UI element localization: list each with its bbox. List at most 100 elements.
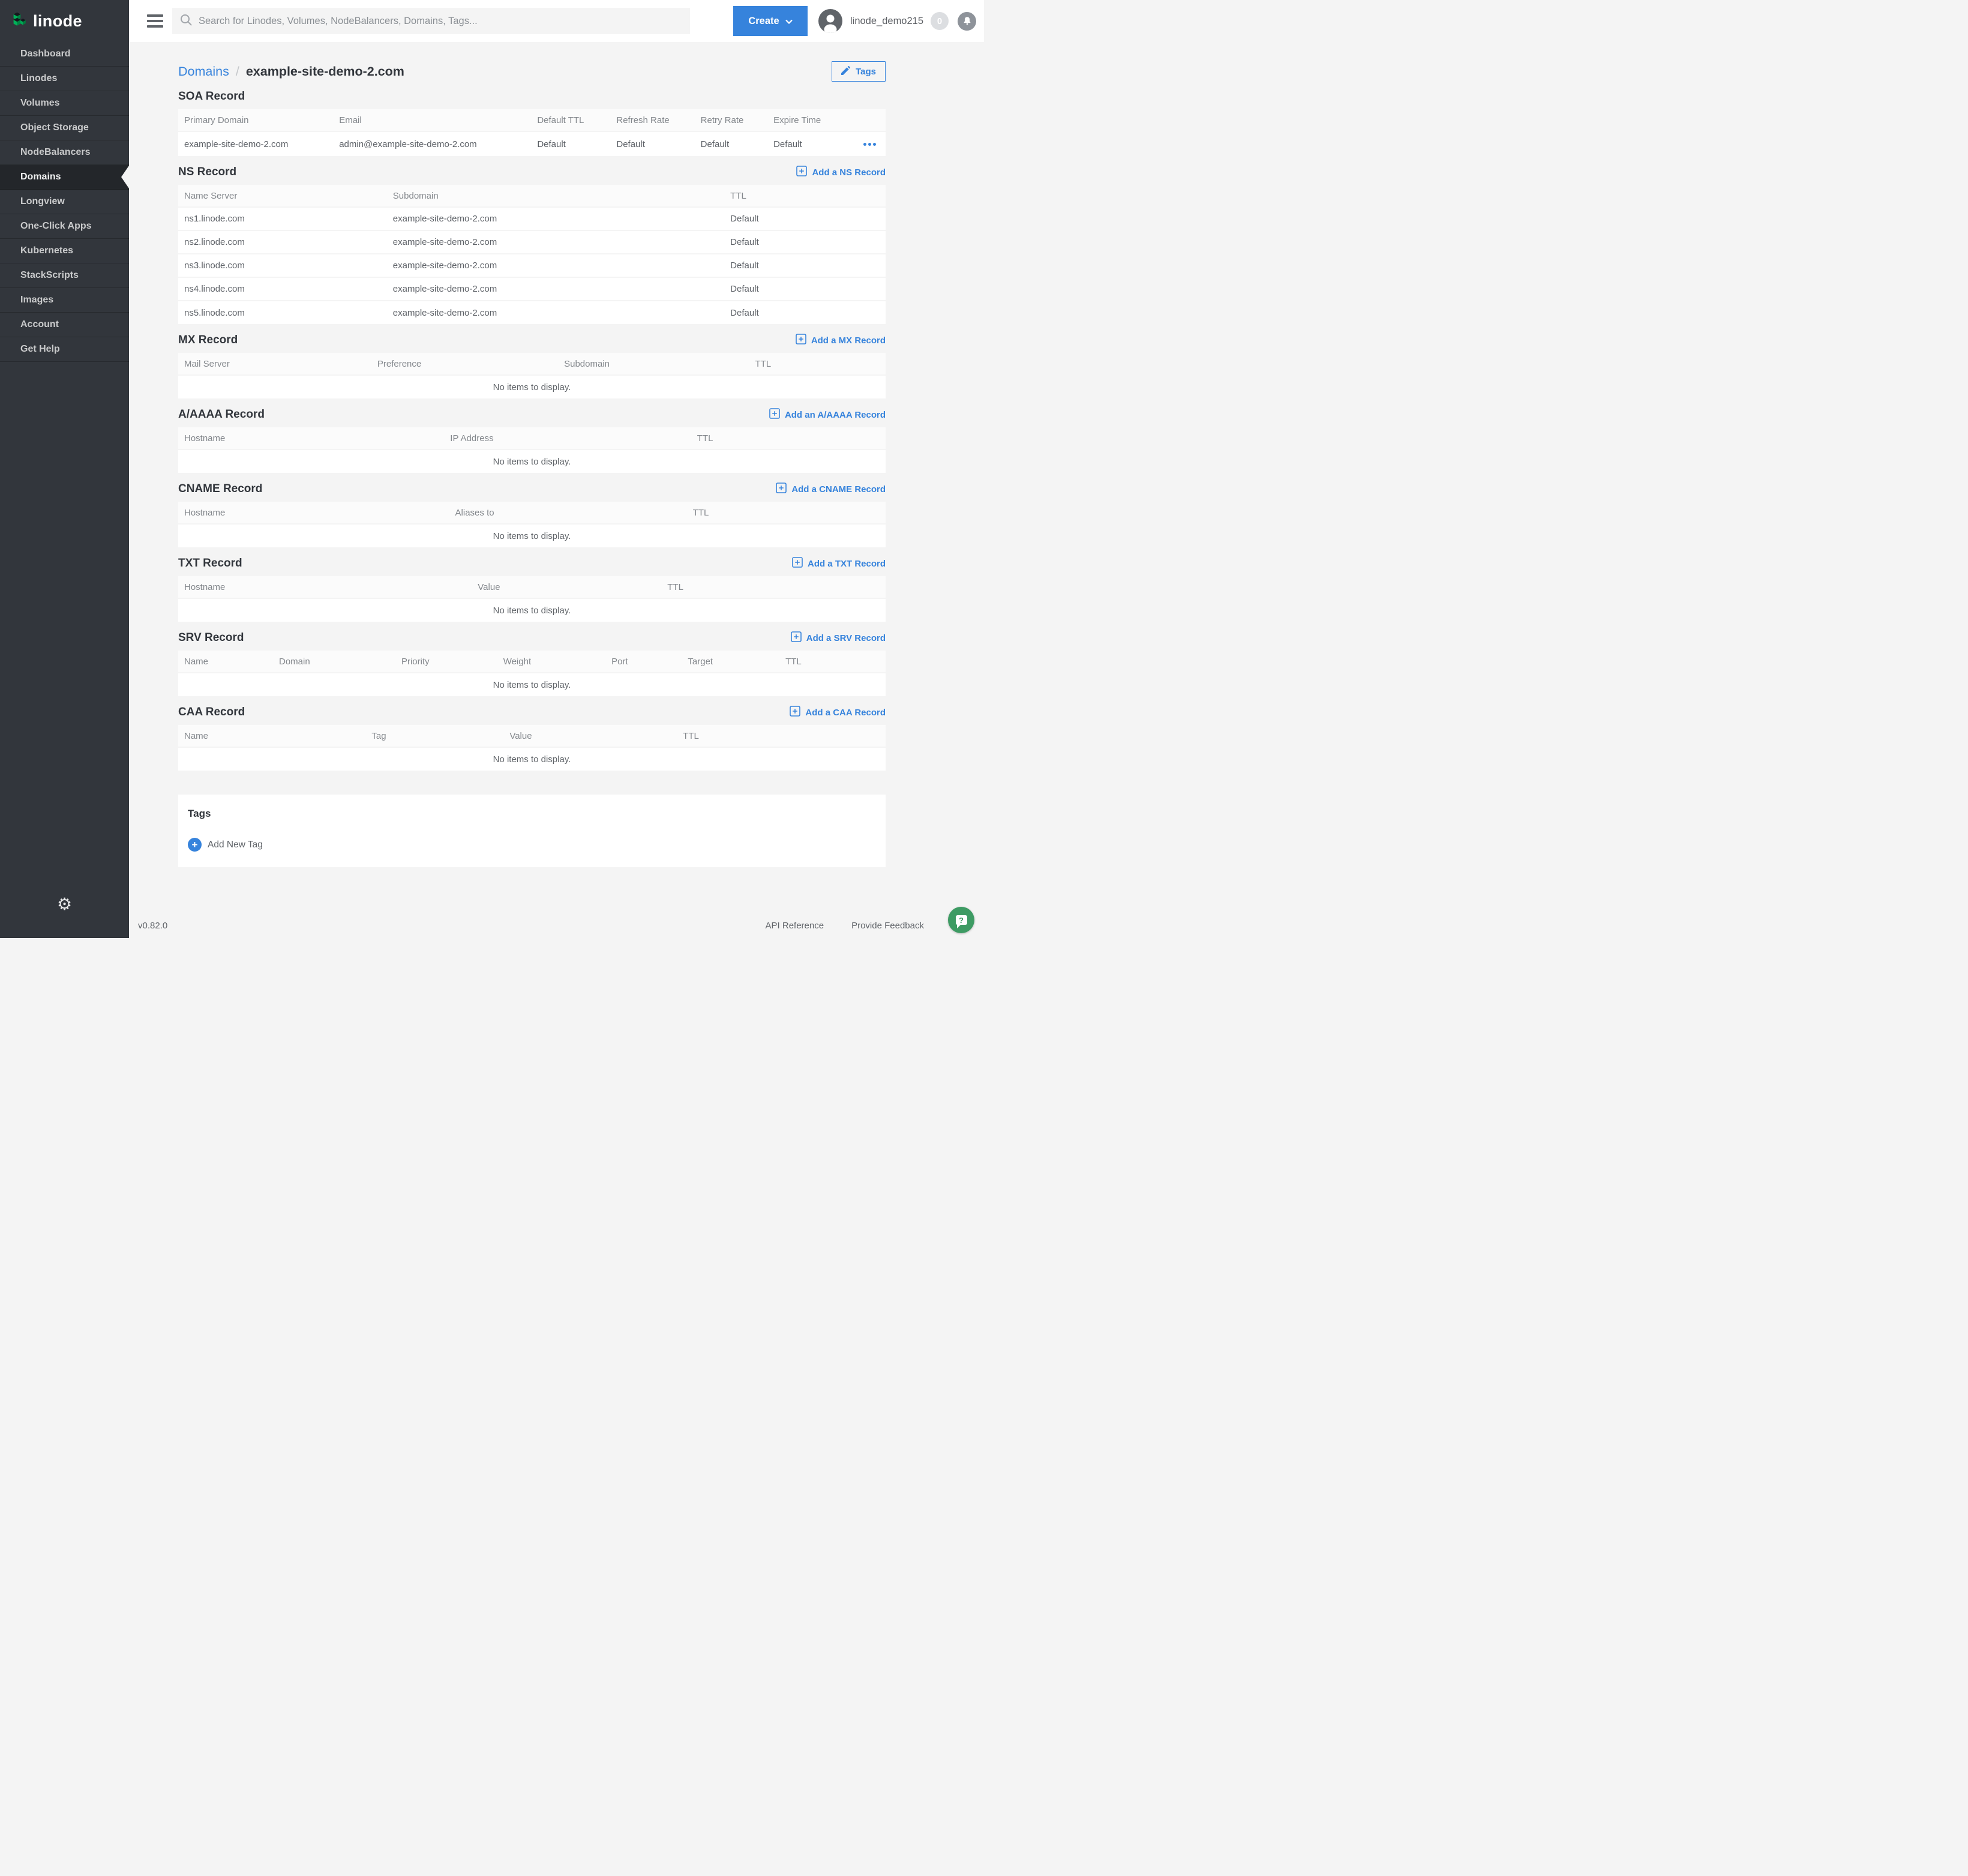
add-cname-record-button[interactable]: Add a CNAME Record: [776, 483, 886, 496]
sidebar-item-volumes[interactable]: Volumes: [0, 91, 129, 116]
column-header: Subdomain: [387, 185, 724, 207]
soa-record-section: SOA Record Primary DomainEmailDefault TT…: [178, 90, 886, 156]
sidebar-item-longview[interactable]: Longview: [0, 190, 129, 214]
column-header: Name: [178, 725, 365, 747]
plus-box-icon: [792, 557, 803, 570]
page-title: example-site-demo-2.com: [246, 64, 404, 79]
table-cell: Default: [695, 131, 767, 156]
empty-state-text: No items to display.: [178, 598, 886, 622]
section-title: SRV Record: [178, 631, 244, 645]
table-row: ns2.linode.comexample-site-demo-2.comDef…: [178, 230, 886, 254]
section-title: TXT Record: [178, 557, 242, 570]
table-row: ns4.linode.comexample-site-demo-2.comDef…: [178, 277, 886, 301]
record-table: HostnameValueTTL No items to display.: [178, 576, 886, 622]
search-bar: [172, 8, 690, 34]
brand-wordmark: linode: [33, 12, 82, 31]
sidebar-item-account[interactable]: Account: [0, 313, 129, 337]
srv-record-section: SRV Record Add a SRV Record NameDomainPr…: [178, 631, 886, 696]
username[interactable]: linode_demo215: [850, 16, 923, 27]
linode-logo[interactable]: linode: [0, 0, 129, 42]
breadcrumb-separator: /: [236, 64, 239, 79]
column-header: Domain: [273, 651, 395, 673]
search-icon: [179, 13, 193, 29]
record-table: Primary DomainEmailDefault TTLRefresh Ra…: [178, 109, 886, 156]
column-header: Subdomain: [558, 353, 749, 375]
sidebar-item-stackscripts[interactable]: StackScripts: [0, 263, 129, 288]
table-cell: example-site-demo-2.com: [387, 277, 724, 301]
add-caa-record-button[interactable]: Add a CAA Record: [790, 706, 886, 719]
table-cell: example-site-demo-2.com: [387, 254, 724, 277]
table-cell: Default: [724, 207, 886, 230]
sidebar-item-dashboard[interactable]: Dashboard: [0, 42, 129, 67]
column-header: Aliases to: [449, 502, 687, 524]
add-a-record-button[interactable]: Add an A/AAAA Record: [769, 408, 886, 421]
question-mark-icon: ?: [956, 915, 967, 925]
help-button[interactable]: ?: [948, 907, 974, 933]
empty-state-text: No items to display.: [178, 524, 886, 547]
column-header: Email: [333, 109, 531, 131]
record-table: HostnameIP AddressTTL No items to displa…: [178, 427, 886, 473]
sidebar-item-linodes[interactable]: Linodes: [0, 67, 129, 91]
notification-count-badge[interactable]: 0: [931, 12, 949, 30]
ns-record-section: NS Record Add a NS Record Name ServerSub…: [178, 166, 886, 324]
empty-state-text: No items to display.: [178, 747, 886, 771]
sidebar-item-kubernetes[interactable]: Kubernetes: [0, 239, 129, 263]
add-new-tag-button[interactable]: Add New Tag: [188, 838, 876, 852]
chevron-down-icon: [785, 16, 793, 27]
topbar: Create linode_demo215 0: [129, 0, 984, 42]
table-cell: ns2.linode.com: [178, 230, 387, 254]
avatar[interactable]: [818, 9, 842, 33]
footer: v0.82.0 API Reference Provide Feedback: [138, 921, 924, 931]
column-header: Refresh Rate: [610, 109, 694, 131]
column-header: Preference: [371, 353, 558, 375]
column-header: TTL: [749, 353, 886, 375]
section-title: CAA Record: [178, 706, 245, 719]
actions-column-header: [851, 109, 886, 131]
search-input[interactable]: [199, 16, 683, 27]
sidebar-item-object-storage[interactable]: Object Storage: [0, 116, 129, 140]
column-header: Tag: [365, 725, 503, 747]
tags-card-title: Tags: [188, 808, 876, 820]
mx-record-section: MX Record Add a MX Record Mail ServerPre…: [178, 334, 886, 398]
column-header: TTL: [677, 725, 886, 747]
linode-cube-icon: [12, 7, 28, 35]
gear-icon[interactable]: [0, 896, 129, 913]
caa-record-section: CAA Record Add a CAA Record NameTagValue…: [178, 706, 886, 771]
more-options-icon[interactable]: [863, 143, 876, 146]
sidebar-item-get-help[interactable]: Get Help: [0, 337, 129, 362]
version-label: v0.82.0: [138, 921, 167, 931]
add-mx-record-button[interactable]: Add a MX Record: [796, 334, 886, 347]
txt-record-section: TXT Record Add a TXT Record HostnameValu…: [178, 557, 886, 622]
record-table: NameDomainPriorityWeightPortTargetTTL No…: [178, 651, 886, 696]
add-ns-record-button[interactable]: Add a NS Record: [796, 166, 886, 179]
sidebar-item-domains[interactable]: Domains: [0, 165, 129, 190]
provide-feedback-link[interactable]: Provide Feedback: [851, 921, 924, 931]
add-txt-record-button[interactable]: Add a TXT Record: [792, 557, 886, 570]
sidebar-item-one-click-apps[interactable]: One-Click Apps: [0, 214, 129, 239]
hamburger-menu-icon[interactable]: [147, 14, 163, 28]
edit-tags-button[interactable]: Tags: [832, 61, 886, 82]
table-row: ns3.linode.comexample-site-demo-2.comDef…: [178, 254, 886, 277]
column-header: Target: [682, 651, 779, 673]
sidebar-item-images[interactable]: Images: [0, 288, 129, 313]
column-header: TTL: [779, 651, 886, 673]
sidebar-item-nodebalancers[interactable]: NodeBalancers: [0, 140, 129, 165]
a-record-section: A/AAAA Record Add an A/AAAA Record Hostn…: [178, 408, 886, 473]
page-content: Domains / example-site-demo-2.com Tags: [178, 59, 886, 867]
table-cell: ns4.linode.com: [178, 277, 387, 301]
cname-record-section: CNAME Record Add a CNAME Record Hostname…: [178, 483, 886, 547]
column-header: Priority: [395, 651, 497, 673]
section-title: A/AAAA Record: [178, 408, 265, 421]
notifications-bell-icon[interactable]: [958, 12, 976, 31]
create-button[interactable]: Create: [733, 6, 808, 36]
column-header: Name: [178, 651, 273, 673]
breadcrumb-domains-link[interactable]: Domains: [178, 64, 229, 79]
empty-state-text: No items to display.: [178, 375, 886, 398]
table-cell: ns1.linode.com: [178, 207, 387, 230]
api-reference-link[interactable]: API Reference: [766, 921, 824, 931]
breadcrumb: Domains / example-site-demo-2.com: [178, 64, 404, 79]
linode-cloud-manager: linode DashboardLinodesVolumesObject Sto…: [0, 0, 984, 938]
table-cell: Default: [767, 131, 851, 156]
plus-box-icon: [769, 408, 780, 421]
add-srv-record-button[interactable]: Add a SRV Record: [791, 631, 886, 645]
